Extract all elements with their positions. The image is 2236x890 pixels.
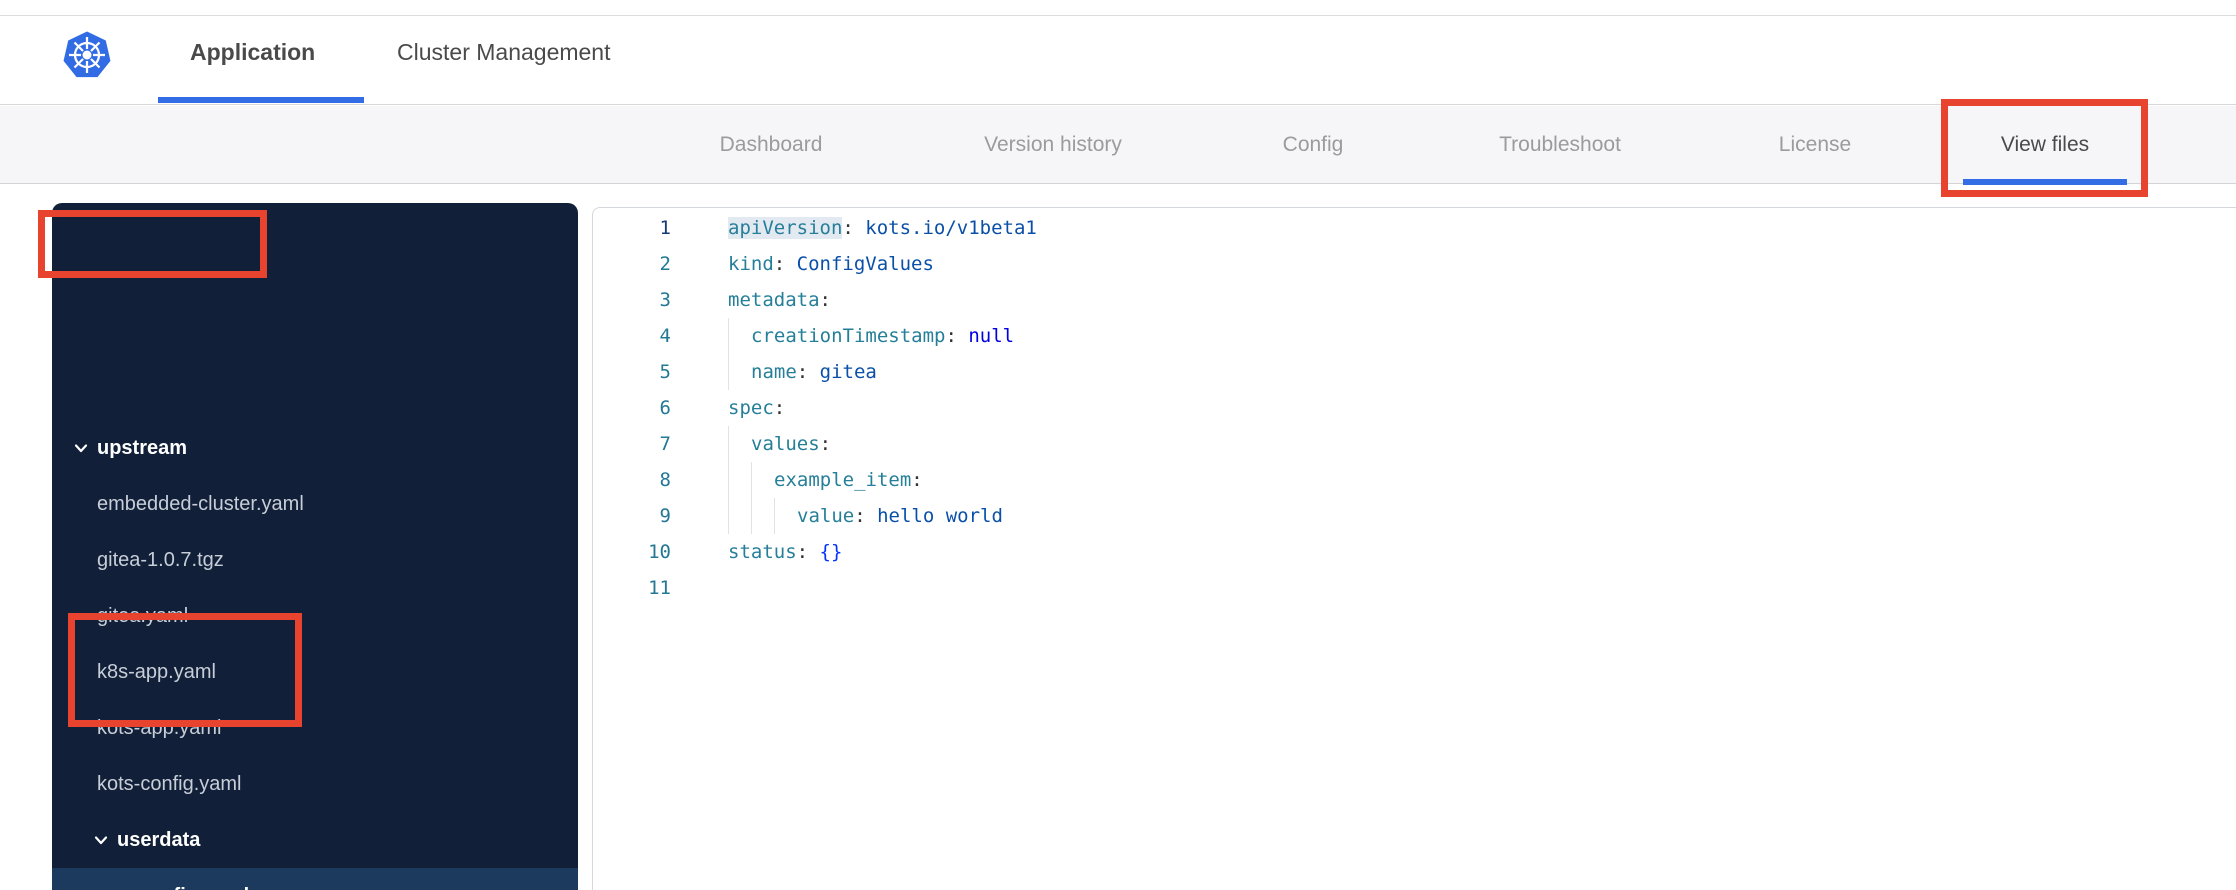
code-editor[interactable]: 1 apiVersion: kots.io/v1beta1 2 kind: Confi… <box>592 207 2236 890</box>
line-number: 8 <box>659 469 671 491</box>
kots-admin-console: Application Cluster Management Dashboard… <box>0 0 2236 890</box>
indent-guide <box>751 462 774 498</box>
tree-row-label: k8s-app.yaml <box>97 660 216 683</box>
code-line-1[interactable]: 1 apiVersion: kots.io/v1beta1 <box>593 210 2236 246</box>
code-line-9[interactable]: 9 value: hello world <box>593 498 2236 534</box>
tree-file-kots-app.yaml[interactable]: kots-app.yaml <box>52 700 578 756</box>
line-number: 3 <box>659 289 671 311</box>
tree-row-label: kots-app.yaml <box>97 716 222 739</box>
code-text: spec: <box>728 397 786 419</box>
nav-item-view-files[interactable]: View files <box>2001 106 2089 184</box>
chevron-down-icon <box>94 836 108 845</box>
tree-folder-upstream[interactable]: upstream <box>52 420 578 476</box>
line-number: 5 <box>659 361 671 383</box>
tree-row-label: gitea.yaml <box>97 604 189 627</box>
indent-guide <box>728 462 751 498</box>
indent-guide <box>728 498 751 534</box>
code-line-7[interactable]: 7 values: <box>593 426 2236 462</box>
line-number: 11 <box>648 577 671 599</box>
code-text: kind: ConfigValues <box>728 253 934 275</box>
code-text: values: <box>728 426 831 462</box>
indent-guide <box>728 426 751 462</box>
code-line-2[interactable]: 2 kind: ConfigValues <box>593 246 2236 282</box>
line-number: 6 <box>659 397 671 419</box>
active-tab-underline <box>158 97 364 103</box>
indent-guide <box>728 318 751 354</box>
kubernetes-logo-icon <box>63 31 111 78</box>
tree-row-label: gitea-1.0.7.tgz <box>97 548 224 571</box>
tree-row-label: userdata <box>117 828 201 851</box>
code-line-10[interactable]: 10 status: {} <box>593 534 2236 570</box>
file-tree: upstream embedded-cluster.yaml gitea-1.0.7… <box>52 203 578 890</box>
tree-file-embedded-cluster.yaml[interactable]: embedded-cluster.yaml <box>52 476 578 532</box>
nav-item-troubleshoot[interactable]: Troubleshoot <box>1499 106 1621 184</box>
code-line-3[interactable]: 3 metadata: <box>593 282 2236 318</box>
tree-file-k8s-app.yaml[interactable]: k8s-app.yaml <box>52 644 578 700</box>
chevron-down-icon <box>74 444 88 453</box>
code-text: example_item: <box>728 462 923 498</box>
tree-row-label: upstream <box>97 436 188 459</box>
code-line-11[interactable]: 11 <box>593 570 2236 606</box>
active-nav-underline <box>1963 179 2127 185</box>
line-number: 7 <box>659 433 671 455</box>
nav-item-license[interactable]: License <box>1779 106 1851 184</box>
code-text: status: {} <box>728 541 843 563</box>
tree-file-config.yaml[interactable]: config.yaml <box>52 868 578 890</box>
tree-row-label: config.yaml <box>138 885 249 890</box>
tree-folder-userdata[interactable]: userdata <box>52 812 578 868</box>
code-text: name: gitea <box>728 354 877 390</box>
tree-row-label: embedded-cluster.yaml <box>97 492 304 515</box>
nav-item-config[interactable]: Config <box>1283 106 1344 184</box>
line-number: 4 <box>659 325 671 347</box>
tree-file-kots-config.yaml[interactable]: kots-config.yaml <box>52 756 578 812</box>
code-line-4[interactable]: 4 creationTimestamp: null <box>593 318 2236 354</box>
tab-cluster-management[interactable]: Cluster Management <box>397 0 611 104</box>
indent-guide <box>774 498 797 534</box>
line-number: 10 <box>648 541 671 563</box>
tab-application[interactable]: Application <box>190 0 315 104</box>
indent-guide <box>751 498 774 534</box>
code-text: apiVersion: kots.io/v1beta1 <box>728 217 1037 239</box>
nav-item-version-history[interactable]: Version history <box>984 106 1122 184</box>
code-line-6[interactable]: 6 spec: <box>593 390 2236 426</box>
code-line-5[interactable]: 5 name: gitea <box>593 354 2236 390</box>
window-top-divider <box>0 15 2236 16</box>
line-number: 1 <box>659 217 671 239</box>
tree-file-gitea.yaml[interactable]: gitea.yaml <box>52 588 578 644</box>
indent-guide <box>728 354 751 390</box>
code-line-8[interactable]: 8 example_item: <box>593 462 2236 498</box>
tree-file-gitea-1.0.7.tgz[interactable]: gitea-1.0.7.tgz <box>52 532 578 588</box>
line-number: 9 <box>659 505 671 527</box>
code-text: creationTimestamp: null <box>728 318 1014 354</box>
tree-row-label: kots-config.yaml <box>97 772 242 795</box>
nav-item-dashboard[interactable]: Dashboard <box>720 106 823 184</box>
code-text: metadata: <box>728 289 831 311</box>
app-nav: Dashboard Version history Config Troublesho… <box>0 106 2236 185</box>
code-text: value: hello world <box>728 498 1003 534</box>
line-number: 2 <box>659 253 671 275</box>
top-bar: Application Cluster Management <box>0 0 2236 105</box>
